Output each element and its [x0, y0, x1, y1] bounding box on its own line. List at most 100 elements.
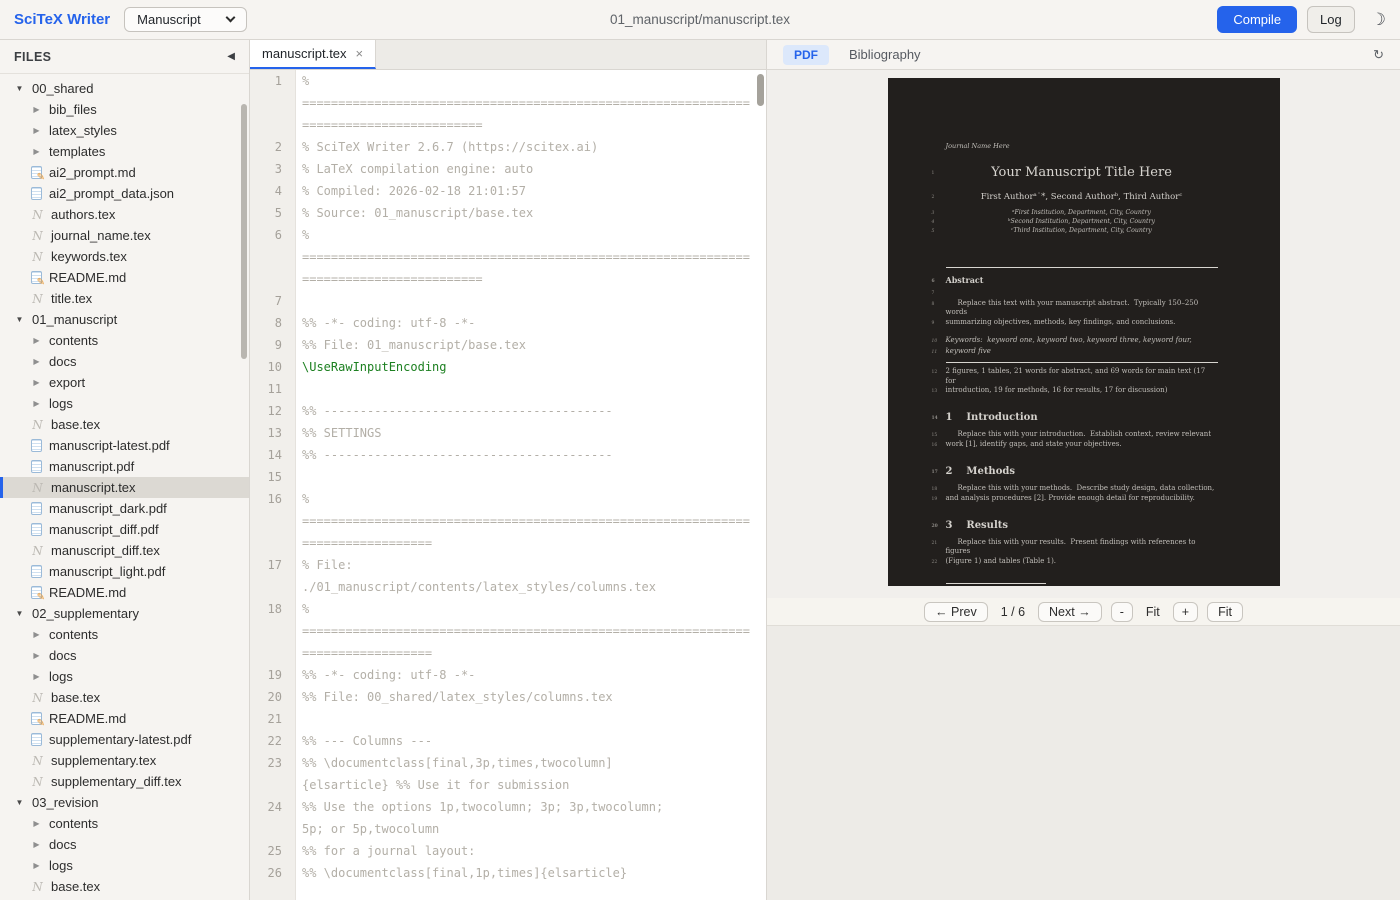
- line-number: 14: [250, 444, 295, 466]
- file-tree-item-02-supplementary[interactable]: ▼02_supplementary: [0, 603, 249, 624]
- next-page-button[interactable]: Next →: [1038, 602, 1102, 622]
- zoom-in-button[interactable]: +: [1173, 602, 1198, 622]
- file-tree-item-export[interactable]: ▶export: [0, 372, 249, 393]
- file-tree-item-bib-files[interactable]: ▶bib_files: [0, 99, 249, 120]
- collapse-sidebar-icon[interactable]: ◀: [227, 51, 235, 62]
- code-line[interactable]: 7: [250, 290, 766, 312]
- file-tree-item-manuscript-light-pdf[interactable]: manuscript_light.pdf: [0, 561, 249, 582]
- code-line[interactable]: 17% File:: [250, 554, 766, 576]
- file-tree-item-readme-md[interactable]: README.md: [0, 582, 249, 603]
- theme-toggle-moon-icon[interactable]: ☽: [1371, 10, 1386, 30]
- code-line[interactable]: 22%% --- Columns ---: [250, 730, 766, 752]
- file-tree-item-manuscript-tex[interactable]: Nmanuscript.tex: [0, 477, 249, 498]
- code-line[interactable]: 15: [250, 466, 766, 488]
- document-select-dropdown[interactable]: Manuscript: [124, 7, 247, 32]
- file-tree-item-manuscript-diff-pdf[interactable]: manuscript_diff.pdf: [0, 519, 249, 540]
- code-line[interactable]: =========================: [250, 114, 766, 136]
- file-tree-item-manuscript-diff-tex[interactable]: Nmanuscript_diff.tex: [0, 540, 249, 561]
- code-line[interactable]: 24%% Use the options 1p,twocolumn; 3p; 3…: [250, 796, 766, 818]
- file-tree-item-docs[interactable]: ▶docs: [0, 834, 249, 855]
- file-tree-item-manuscript-dark-pdf[interactable]: manuscript_dark.pdf: [0, 498, 249, 519]
- file-tree-item-title-tex[interactable]: Ntitle.tex: [0, 288, 249, 309]
- code-line[interactable]: 19%% -*- coding: utf-8 -*-: [250, 664, 766, 686]
- log-button[interactable]: Log: [1307, 6, 1355, 33]
- code-line[interactable]: 12%% -----------------------------------…: [250, 400, 766, 422]
- file-tree-item-manuscript-latest-pdf[interactable]: manuscript-latest.pdf: [0, 435, 249, 456]
- file-tree-item-contents[interactable]: ▶contents: [0, 813, 249, 834]
- code-line[interactable]: 25%% for a journal layout:: [250, 840, 766, 862]
- code-line[interactable]: 26%% \documentclass[final,1p,times]{elsa…: [250, 862, 766, 884]
- code-line[interactable]: ========================================…: [250, 620, 766, 642]
- file-tree-item-templates[interactable]: ▶templates: [0, 141, 249, 162]
- code-line[interactable]: ==================: [250, 532, 766, 554]
- file-tree-item-latex-styles[interactable]: ▶latex_styles: [0, 120, 249, 141]
- compile-button[interactable]: Compile: [1217, 6, 1297, 33]
- prev-page-button[interactable]: ← Prev: [924, 602, 988, 622]
- code-line[interactable]: ========================================…: [250, 246, 766, 268]
- code-line[interactable]: 9%% File: 01_manuscript/base.tex: [250, 334, 766, 356]
- code-line[interactable]: 16%: [250, 488, 766, 510]
- code-line[interactable]: 1%: [250, 70, 766, 92]
- file-tree-item-supplementary-diff-tex[interactable]: Nsupplementary_diff.tex: [0, 771, 249, 792]
- code-line[interactable]: {elsarticle} %% Use it for submission: [250, 774, 766, 796]
- file-tree-item-ai2-prompt-data-json[interactable]: ai2_prompt_data.json: [0, 183, 249, 204]
- file-tree-item-ai2-prompt-md[interactable]: ai2_prompt.md: [0, 162, 249, 183]
- code-line[interactable]: 8%% -*- coding: utf-8 -*-: [250, 312, 766, 334]
- file-tree-item-base-tex[interactable]: Nbase.tex: [0, 687, 249, 708]
- code-line[interactable]: 2% SciTeX Writer 2.6.7 (https://scitex.a…: [250, 136, 766, 158]
- zoom-out-button[interactable]: -: [1111, 602, 1133, 622]
- tab-manuscript-tex[interactable]: manuscript.tex ×: [250, 40, 376, 69]
- tab-pdf[interactable]: PDF: [783, 45, 829, 65]
- file-tree-item-logs[interactable]: ▶logs: [0, 855, 249, 876]
- sidebar-scrollbar[interactable]: [241, 104, 247, 359]
- file-tree-item-readme-md[interactable]: README.md: [0, 708, 249, 729]
- file-tree-item-supplementary-latest-pdf[interactable]: supplementary-latest.pdf: [0, 729, 249, 750]
- code-line[interactable]: ./01_manuscript/contents/latex_styles/co…: [250, 576, 766, 598]
- code-line[interactable]: 11: [250, 378, 766, 400]
- file-tree-item-base-tex[interactable]: Nbase.tex: [0, 876, 249, 897]
- file-tree-item-authors-tex[interactable]: Nauthors.tex: [0, 204, 249, 225]
- file-tree-item-manuscript-pdf[interactable]: manuscript.pdf: [0, 456, 249, 477]
- file-tree-item-01-manuscript[interactable]: ▼01_manuscript: [0, 309, 249, 330]
- code-line[interactable]: 14%% -----------------------------------…: [250, 444, 766, 466]
- close-tab-icon[interactable]: ×: [356, 46, 364, 61]
- file-tree-item-03-revision[interactable]: ▼03_revision: [0, 792, 249, 813]
- code-line[interactable]: 18%: [250, 598, 766, 620]
- code-line[interactable]: 13%% SETTINGS: [250, 422, 766, 444]
- file-tree-item-readme-md[interactable]: README.md: [0, 267, 249, 288]
- tab-bibliography[interactable]: Bibliography: [849, 47, 921, 62]
- code-line[interactable]: 5p; or 5p,twocolumn: [250, 818, 766, 840]
- code-line[interactable]: 6%: [250, 224, 766, 246]
- file-tree-item-label: 00_shared: [32, 81, 93, 96]
- code-text: %% -------------------------------------…: [295, 400, 766, 422]
- code-line[interactable]: 10\UseRawInputEncoding: [250, 356, 766, 378]
- file-tree-item-supplementary-tex[interactable]: Nsupplementary.tex: [0, 750, 249, 771]
- tex-file-icon: N: [31, 292, 44, 306]
- file-tree-item-journal-name-tex[interactable]: Njournal_name.tex: [0, 225, 249, 246]
- editor-scrollbar[interactable]: [757, 74, 764, 106]
- file-tree-item-logs[interactable]: ▶logs: [0, 666, 249, 687]
- code-line[interactable]: 23%% \documentclass[final,3p,times,twoco…: [250, 752, 766, 774]
- code-line[interactable]: 21: [250, 708, 766, 730]
- code-line[interactable]: ==================: [250, 642, 766, 664]
- file-tree-item-contents[interactable]: ▶contents: [0, 624, 249, 645]
- file-tree-item-keywords-tex[interactable]: Nkeywords.tex: [0, 246, 249, 267]
- code-line[interactable]: 4% Compiled: 2026-02-18 21:01:57: [250, 180, 766, 202]
- file-tree-item-docs[interactable]: ▶docs: [0, 351, 249, 372]
- markdown-file-icon: [31, 166, 42, 179]
- code-line[interactable]: ========================================…: [250, 510, 766, 532]
- code-line[interactable]: =========================: [250, 268, 766, 290]
- line-number: 7: [250, 290, 295, 312]
- file-tree-item-docs[interactable]: ▶docs: [0, 645, 249, 666]
- code-area[interactable]: 1%======================================…: [250, 70, 766, 900]
- refresh-icon[interactable]: ↻: [1373, 47, 1384, 63]
- code-line[interactable]: 5% Source: 01_manuscript/base.tex: [250, 202, 766, 224]
- file-tree-item-logs[interactable]: ▶logs: [0, 393, 249, 414]
- file-tree-item-00-shared[interactable]: ▼00_shared: [0, 78, 249, 99]
- file-tree-item-base-tex[interactable]: Nbase.tex: [0, 414, 249, 435]
- fit-button[interactable]: Fit: [1207, 602, 1243, 622]
- code-line[interactable]: ========================================…: [250, 92, 766, 114]
- code-line[interactable]: 3% LaTeX compilation engine: auto: [250, 158, 766, 180]
- code-line[interactable]: 20%% File: 00_shared/latex_styles/column…: [250, 686, 766, 708]
- file-tree-item-contents[interactable]: ▶contents: [0, 330, 249, 351]
